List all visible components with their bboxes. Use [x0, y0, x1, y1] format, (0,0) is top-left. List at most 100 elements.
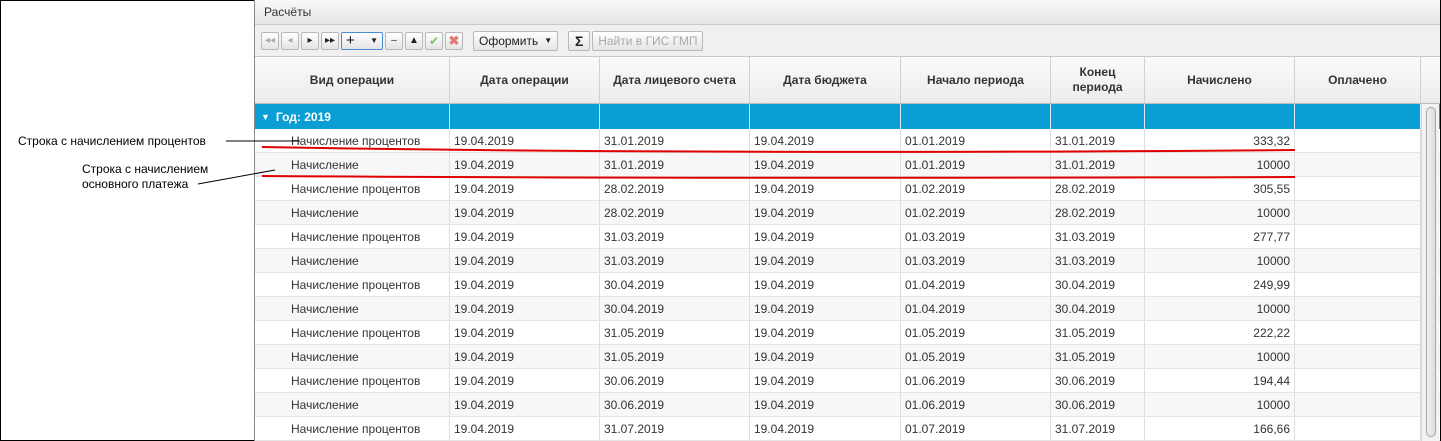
table-cell — [1295, 201, 1421, 224]
table-row[interactable]: Начисление процентов 19.04.2019 31.07.2019… — [255, 417, 1440, 441]
table-cell: 31.07.2019 — [1051, 417, 1145, 440]
table-cell: 19.04.2019 — [750, 369, 901, 392]
table-cell: Начисление — [255, 297, 450, 320]
find-in-gis-button[interactable]: Найти в ГИС ГМП — [592, 30, 704, 51]
table-cell: 30.06.2019 — [1051, 369, 1145, 392]
calculations-panel: Расчёты ◂◂ ◂ ▸ ▸▸ + ▼ – ▲ ✔ ✖ Оформить ▼… — [254, 0, 1440, 441]
column-header[interactable]: Конец периода — [1051, 57, 1145, 103]
table-cell: 19.04.2019 — [450, 153, 600, 176]
column-header[interactable]: Оплачено — [1295, 57, 1421, 103]
group-cell — [1145, 104, 1295, 129]
table-cell: 19.04.2019 — [450, 369, 600, 392]
skip-last-icon[interactable]: ▸▸ — [321, 31, 339, 50]
table-row[interactable]: Начисление процентов 19.04.2019 28.02.2019… — [255, 177, 1440, 201]
plus-icon: + — [346, 32, 355, 49]
table-cell: 30.04.2019 — [600, 297, 750, 320]
table-cell: 19.04.2019 — [450, 177, 600, 200]
table-cell: 01.07.2019 — [901, 417, 1051, 440]
table-cell: 19.04.2019 — [750, 321, 901, 344]
table-cell: Начисление процентов — [255, 321, 450, 344]
table-cell: 19.04.2019 — [450, 129, 600, 152]
table-cell: 30.04.2019 — [1051, 297, 1145, 320]
table-cell: 10000 — [1145, 345, 1295, 368]
table-cell — [1295, 393, 1421, 416]
table-cell: 01.01.2019 — [901, 153, 1051, 176]
table-cell: 01.03.2019 — [901, 225, 1051, 248]
table-cell: 01.05.2019 — [901, 345, 1051, 368]
table-cell: Начисление процентов — [255, 225, 450, 248]
collapse-triangle-icon[interactable]: ▼ — [261, 112, 270, 122]
table-cell — [1295, 177, 1421, 200]
table-row[interactable]: Начисление 19.04.2019 28.02.2019 19.04.2019… — [255, 201, 1440, 225]
group-cell: ▼ Год: 2019 — [255, 104, 450, 129]
annotation-principal-row: Строка с начислением основного платежа — [82, 162, 208, 192]
column-header[interactable]: Начислено — [1145, 57, 1295, 103]
table-cell: 10000 — [1145, 393, 1295, 416]
table-cell: 31.07.2019 — [600, 417, 750, 440]
table-row[interactable]: Начисление процентов 19.04.2019 31.03.2019… — [255, 225, 1440, 249]
group-cell — [750, 104, 901, 129]
table-cell: 30.06.2019 — [600, 393, 750, 416]
table-row[interactable]: Начисление процентов 19.04.2019 31.05.2019… — [255, 321, 1440, 345]
table-cell — [1295, 417, 1421, 440]
table-row[interactable]: Начисление 19.04.2019 31.05.2019 19.04.2019… — [255, 345, 1440, 369]
table-cell: 10000 — [1145, 297, 1295, 320]
table-row[interactable]: Начисление процентов 19.04.2019 30.04.2019… — [255, 273, 1440, 297]
table-cell: 31.03.2019 — [1051, 249, 1145, 272]
table-cell — [1295, 369, 1421, 392]
format-label: Оформить — [479, 33, 539, 48]
table-cell: 249,99 — [1145, 273, 1295, 296]
table-cell: 01.01.2019 — [901, 129, 1051, 152]
group-label: Год: 2019 — [275, 109, 331, 124]
add-button[interactable]: + ▼ — [341, 31, 383, 50]
check-icon[interactable]: ✔ — [425, 31, 443, 50]
table-cell: 19.04.2019 — [750, 129, 901, 152]
group-row-year[interactable]: ▼ Год: 2019 — [255, 104, 1440, 129]
chevron-down-icon: ▼ — [370, 36, 378, 45]
arrow-up-icon[interactable]: ▲ — [405, 31, 423, 50]
vertical-scrollbar[interactable] — [1421, 104, 1439, 441]
column-header[interactable]: Вид операции — [255, 57, 450, 103]
table-cell: 31.03.2019 — [600, 225, 750, 248]
group-cell — [600, 104, 750, 129]
sum-button[interactable]: Σ — [568, 30, 591, 51]
table-row[interactable]: Начисление 19.04.2019 30.04.2019 19.04.2019… — [255, 297, 1440, 321]
column-header[interactable]: Дата операции — [450, 57, 600, 103]
column-header[interactable]: Дата лицевого счета — [600, 57, 750, 103]
table-row[interactable]: Начисление 19.04.2019 30.06.2019 19.04.2019… — [255, 393, 1440, 417]
table-row[interactable]: Начисление процентов 19.04.2019 30.06.2019… — [255, 369, 1440, 393]
remove-button[interactable]: – — [385, 31, 403, 50]
table-row[interactable]: Начисление 19.04.2019 31.01.2019 19.04.2019… — [255, 153, 1440, 177]
table-cell: Начисление процентов — [255, 417, 450, 440]
next-icon[interactable]: ▸ — [301, 31, 319, 50]
skip-first-icon[interactable]: ◂◂ — [261, 31, 279, 50]
format-dropdown[interactable]: Оформить ▼ — [473, 30, 559, 51]
table-cell — [1295, 321, 1421, 344]
table-cell — [1295, 249, 1421, 272]
table-cell: 19.04.2019 — [750, 201, 901, 224]
table-cell: 31.01.2019 — [600, 129, 750, 152]
table-cell: Начисление — [255, 345, 450, 368]
table-cell: Начисление процентов — [255, 129, 450, 152]
column-header[interactable]: Дата бюджета — [750, 57, 901, 103]
table-cell: 19.04.2019 — [450, 225, 600, 248]
table-cell: 19.04.2019 — [450, 417, 600, 440]
column-header[interactable]: Начало периода — [901, 57, 1051, 103]
table-row[interactable]: Начисление процентов 19.04.2019 31.01.2019… — [255, 129, 1440, 153]
table-cell: 19.04.2019 — [750, 249, 901, 272]
table-cell: Начисление — [255, 153, 450, 176]
table-cell: 31.05.2019 — [1051, 321, 1145, 344]
table-cell — [1295, 345, 1421, 368]
table-cell: 28.02.2019 — [600, 177, 750, 200]
scrollbar-thumb[interactable] — [1426, 107, 1436, 437]
table-cell: 31.03.2019 — [1051, 225, 1145, 248]
table-cell: 30.04.2019 — [600, 273, 750, 296]
cross-icon[interactable]: ✖ — [445, 31, 463, 50]
table-row[interactable]: Начисление 19.04.2019 31.03.2019 19.04.2019… — [255, 249, 1440, 273]
panel-title: Расчёты — [255, 0, 1440, 25]
table-cell: 19.04.2019 — [750, 225, 901, 248]
prev-icon[interactable]: ◂ — [281, 31, 299, 50]
table-cell: 01.03.2019 — [901, 249, 1051, 272]
table-cell: 19.04.2019 — [750, 393, 901, 416]
table-cell: 19.04.2019 — [450, 273, 600, 296]
